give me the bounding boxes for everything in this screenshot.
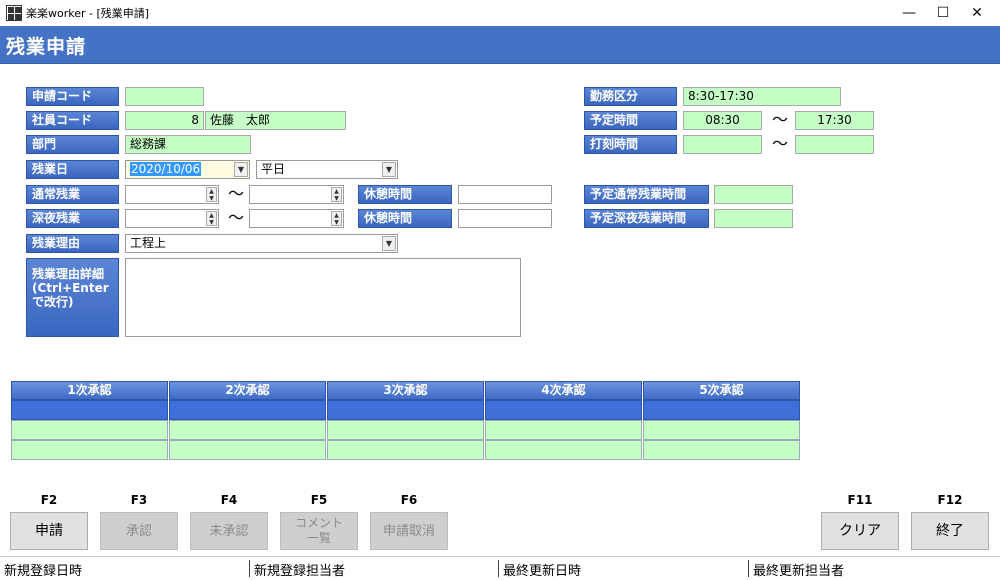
break-time-input-2[interactable] <box>458 209 552 228</box>
approval-cell <box>485 440 642 460</box>
department-field: 総務課 <box>125 135 251 154</box>
approval-header-1: 1次承認 <box>11 381 168 400</box>
apply-button[interactable]: 申請 <box>10 512 88 550</box>
range-separator: 〜 <box>228 208 245 227</box>
clock-time-label: 打刻時間 <box>584 135 677 154</box>
overtime-reason-label: 残業理由 <box>26 234 119 253</box>
scheduled-normal-ot-field <box>714 185 793 204</box>
normal-overtime-end-input[interactable]: ▲ ▼ <box>249 185 344 204</box>
approval-cell <box>485 400 642 420</box>
break-time-label-1: 休憩時間 <box>358 185 452 204</box>
reason-detail-textarea[interactable] <box>125 258 521 337</box>
app-icon <box>6 5 22 21</box>
employee-code-label: 社員コード <box>26 111 119 130</box>
fkey-label-f5: F5 <box>310 493 328 507</box>
day-type-select[interactable]: 平日 ▼ <box>256 160 398 179</box>
chevron-down-icon[interactable]: ▼ <box>382 162 396 177</box>
scheduled-time-label: 予定時間 <box>584 111 677 130</box>
exit-button[interactable]: 終了 <box>911 512 989 550</box>
night-overtime-label: 深夜残業 <box>26 209 119 228</box>
approval-cell <box>169 440 326 460</box>
status-divider <box>498 560 499 577</box>
normal-overtime-label: 通常残業 <box>26 185 119 204</box>
normal-overtime-start-input[interactable]: ▲ ▼ <box>125 185 219 204</box>
cancel-request-button[interactable]: 申請取消 <box>370 512 448 550</box>
clear-button[interactable]: クリア <box>821 512 899 550</box>
scheduled-night-ot-label: 予定深夜残業時間 <box>584 209 709 228</box>
night-overtime-end-input[interactable]: ▲ ▼ <box>249 209 344 228</box>
status-updated-by: 最終更新担当者 <box>753 564 845 579</box>
spin-arrows-icon[interactable]: ▲ ▼ <box>331 211 342 226</box>
fkey-label-f11: F11 <box>847 493 873 507</box>
approve-button[interactable]: 承認 <box>100 512 178 550</box>
reason-detail-label: 残業理由詳細(Ctrl+Enterで改行) <box>26 258 119 337</box>
approval-cell <box>485 420 642 440</box>
range-separator: 〜 <box>772 134 789 153</box>
spin-arrows-icon[interactable]: ▲ ▼ <box>206 211 217 226</box>
approval-cell <box>11 400 168 420</box>
chevron-down-icon[interactable]: ▼ <box>234 162 248 177</box>
approval-cell <box>327 440 484 460</box>
scheduled-end-field: 17:30 <box>795 111 874 130</box>
approval-cell <box>643 420 800 440</box>
status-updated-at: 最終更新日時 <box>503 564 582 579</box>
break-time-label-2: 休憩時間 <box>358 209 452 228</box>
scheduled-normal-ot-label: 予定通常残業時間 <box>584 185 709 204</box>
unapprove-button[interactable]: 未承認 <box>190 512 268 550</box>
clock-end-field <box>795 135 874 154</box>
break-time-input-1[interactable] <box>458 185 552 204</box>
status-divider <box>748 560 749 577</box>
scheduled-night-ot-field <box>714 209 793 228</box>
page-title: 残業申請 <box>6 36 87 58</box>
overtime-date-label: 残業日 <box>26 160 119 179</box>
range-separator: 〜 <box>772 110 789 129</box>
overtime-date-value: 2020/10/06 <box>130 162 202 176</box>
department-label: 部門 <box>26 135 119 154</box>
status-created-by: 新規登録担当者 <box>254 564 346 579</box>
spin-arrows-icon[interactable]: ▲ ▼ <box>206 187 217 202</box>
fkey-label-f6: F6 <box>400 493 418 507</box>
clock-start-field <box>683 135 762 154</box>
fkey-label-f3: F3 <box>130 493 148 507</box>
approval-cell <box>169 420 326 440</box>
approval-header-3: 3次承認 <box>327 381 484 400</box>
page-header: 残業申請 <box>0 26 1000 64</box>
approval-cell <box>327 420 484 440</box>
fkey-label-f2: F2 <box>40 493 58 507</box>
scheduled-start-field: 08:30 <box>683 111 762 130</box>
window-titlebar: 楽楽worker - [残業申請] — ☐ ✕ <box>0 0 1000 26</box>
comment-list-button[interactable]: コメント一覧 <box>280 512 358 550</box>
fkey-label-f4: F4 <box>220 493 238 507</box>
day-type-value: 平日 <box>261 162 286 176</box>
overtime-reason-value: 工程上 <box>130 236 167 250</box>
approval-cell <box>643 440 800 460</box>
status-created-at: 新規登録日時 <box>4 564 83 579</box>
chevron-down-icon[interactable]: ▼ <box>382 236 396 251</box>
approval-cell <box>169 400 326 420</box>
approval-header-2: 2次承認 <box>169 381 326 400</box>
range-separator: 〜 <box>228 184 245 203</box>
employee-name-field: 佐藤 太郎 <box>205 111 346 130</box>
approval-header-5: 5次承認 <box>643 381 800 400</box>
work-category-field: 8:30-17:30 <box>683 87 841 106</box>
status-bar: 新規登録日時 新規登録担当者 最終更新日時 最終更新担当者 <box>0 556 1000 580</box>
request-code-label: 申請コード <box>26 87 119 106</box>
window-title: 楽楽worker - [残業申請] <box>26 7 150 20</box>
night-overtime-start-input[interactable]: ▲ ▼ <box>125 209 219 228</box>
request-code-field <box>125 87 204 106</box>
work-category-label: 勤務区分 <box>584 87 677 106</box>
approval-cell <box>11 420 168 440</box>
fkey-label-f12: F12 <box>937 493 963 507</box>
close-button[interactable]: ✕ <box>954 0 1000 26</box>
status-divider <box>249 560 250 577</box>
overtime-reason-select[interactable]: 工程上 ▼ <box>125 234 398 253</box>
overtime-date-picker[interactable]: 2020/10/06 ▼ <box>125 160 250 179</box>
employee-code-field[interactable]: 8 <box>125 111 204 130</box>
approval-header-4: 4次承認 <box>485 381 642 400</box>
approval-cell <box>11 440 168 460</box>
approval-cell <box>643 400 800 420</box>
spin-arrows-icon[interactable]: ▲ ▼ <box>331 187 342 202</box>
approval-cell <box>327 400 484 420</box>
